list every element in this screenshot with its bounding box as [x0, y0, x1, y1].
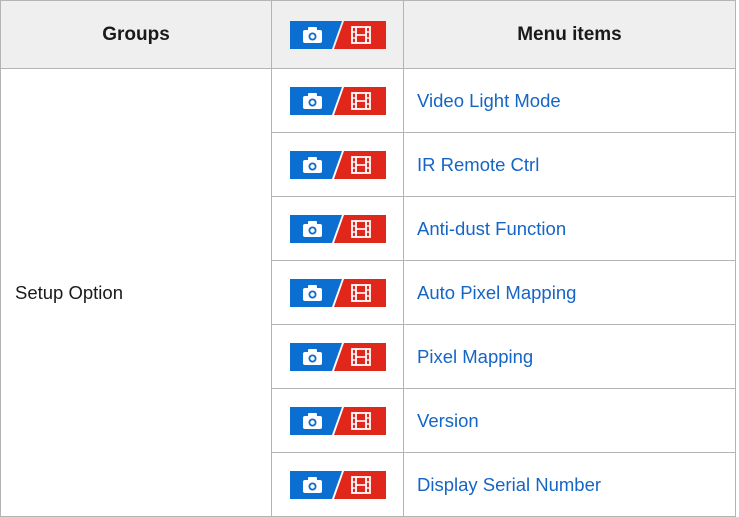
menu-item-cell: Version	[403, 388, 736, 453]
still-movie-icon	[289, 214, 386, 243]
mode-cell	[271, 68, 404, 133]
mode-cell	[271, 452, 404, 517]
menu-item-cell: Pixel Mapping	[403, 324, 736, 389]
menu-item-cell: Video Light Mode	[403, 68, 736, 133]
still-movie-icon	[289, 470, 386, 499]
still-movie-icon	[289, 20, 386, 49]
mode-cell	[271, 132, 404, 197]
menu-item-link-ir-remote-ctrl[interactable]: IR Remote Ctrl	[417, 154, 539, 175]
menu-table: Groups Menu items Setup Option Video Lig…	[0, 0, 736, 517]
still-movie-icon	[289, 406, 386, 435]
menu-item-link-auto-pixel-mapping[interactable]: Auto Pixel Mapping	[417, 282, 576, 303]
menu-item-cell: IR Remote Ctrl	[403, 132, 736, 197]
groups-header: Groups	[0, 0, 272, 69]
group-cell: Setup Option	[0, 68, 272, 517]
still-movie-icon	[289, 150, 386, 179]
mode-cell	[271, 196, 404, 261]
still-movie-icon	[289, 342, 386, 371]
table-row: Setup Option Video Light Mode	[0, 68, 736, 517]
menu-item-cell: Auto Pixel Mapping	[403, 260, 736, 325]
menu-items-header: Menu items	[403, 0, 736, 69]
menu-item-cell: Display Serial Number	[403, 452, 736, 517]
menu-item-link-display-serial-number[interactable]: Display Serial Number	[417, 474, 601, 495]
menu-item-cell: Anti-dust Function	[403, 196, 736, 261]
menu-item-link-pixel-mapping[interactable]: Pixel Mapping	[417, 346, 533, 367]
header-row: Groups Menu items	[0, 0, 736, 69]
mode-header	[271, 0, 404, 69]
menu-item-link-version[interactable]: Version	[417, 410, 479, 431]
group-label: Setup Option	[15, 281, 123, 303]
mode-cell	[271, 324, 404, 389]
still-movie-icon	[289, 278, 386, 307]
menu-item-link-video-light-mode[interactable]: Video Light Mode	[417, 90, 561, 111]
menu-item-link-anti-dust-function[interactable]: Anti-dust Function	[417, 218, 566, 239]
mode-cell	[271, 260, 404, 325]
still-movie-icon	[289, 86, 386, 115]
mode-cell	[271, 388, 404, 453]
